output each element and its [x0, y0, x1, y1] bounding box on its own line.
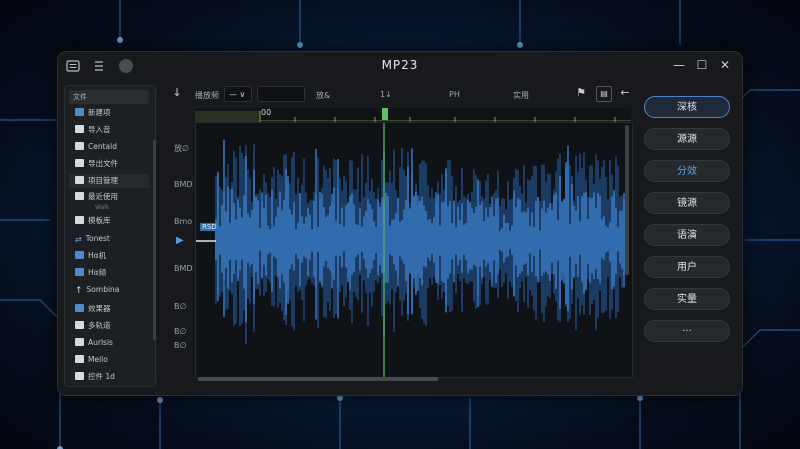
track-label: B∅ [174, 302, 187, 311]
sidebar-item[interactable]: Centald [69, 140, 149, 154]
action-button[interactable]: 深核 [644, 96, 730, 118]
window-title: MP23 [381, 58, 419, 72]
sidebar-item[interactable]: 多轨道 [69, 319, 149, 333]
track-label: BMD [174, 264, 193, 273]
action-button[interactable]: 语演 [644, 224, 730, 246]
folder-icon [75, 108, 84, 116]
value-field[interactable] [257, 86, 305, 102]
track-label: B∅ [174, 341, 187, 350]
sidebar-item[interactable]: 导入音 [69, 123, 149, 137]
flag-icon[interactable]: ⚑ [574, 86, 588, 100]
track-label: BMD [174, 180, 193, 189]
file-icon [75, 216, 84, 224]
play-icon[interactable]: ▶ [176, 235, 184, 246]
folder-icon [75, 268, 84, 276]
horizontal-scrollbar[interactable] [198, 377, 438, 381]
app-window: MP23 — ☐ ✕ 文件 新建项 导入音 Centald 导出文件 项目管理 … [57, 51, 743, 396]
sidebar-item[interactable]: Hα机 [69, 249, 149, 263]
folder-icon [75, 251, 84, 259]
sidebar-item[interactable]: Hα频 [69, 266, 149, 280]
file-icon [75, 176, 84, 184]
waveform [196, 123, 627, 377]
file-icon [75, 355, 84, 363]
ruler-start-label: 00 [261, 108, 272, 117]
file-icon [75, 142, 84, 150]
back-arrow-icon[interactable]: ← [618, 86, 632, 100]
action-button[interactable]: 镜源 [644, 192, 730, 214]
close-button[interactable]: ✕ [716, 57, 734, 73]
sidebar-item[interactable]: 控件 1d [69, 370, 149, 384]
channel-select[interactable]: — ∨ [224, 86, 252, 102]
file-icon [75, 338, 84, 346]
sidebar-item[interactable]: Aurlsis [69, 336, 149, 350]
more-button[interactable]: ··· [644, 320, 730, 342]
sidebar-item[interactable]: 项目管理 [69, 174, 149, 188]
title-bar: MP23 — ☐ ✕ [58, 52, 742, 80]
sidebar-item[interactable]: 最近使用 [69, 190, 149, 204]
vertical-scrollbar[interactable] [625, 125, 629, 275]
track-label: Bmo [174, 217, 193, 226]
file-sidebar: 文件 新建项 导入音 Centald 导出文件 项目管理 最近使用 Walk 模… [64, 85, 156, 387]
sidebar-scrollbar[interactable] [153, 140, 156, 340]
sidebar-item[interactable]: 效果器 [69, 302, 149, 316]
sidebar-item[interactable]: 模板库 [69, 214, 149, 228]
track-label: B∅ [174, 327, 187, 336]
file-icon [75, 321, 84, 329]
toolbar-marker: 放& [316, 91, 331, 100]
download-arrow-icon[interactable]: ↓ [170, 86, 184, 100]
toolbar-marker: 1↓ [380, 90, 392, 99]
timeline-ruler[interactable]: 00 [195, 108, 631, 123]
action-button[interactable]: 分效 [644, 160, 730, 182]
file-icon [75, 159, 84, 167]
action-button[interactable]: 用户 [644, 256, 730, 278]
selection-tag[interactable]: RSD [200, 223, 219, 231]
sidebar-header: 文件 [69, 90, 149, 104]
action-button[interactable]: 源源 [644, 128, 730, 150]
folder-icon [75, 304, 84, 312]
sidebar-item[interactable]: 导出文件 [69, 157, 149, 171]
toolbar-marker: PH [449, 90, 460, 99]
toolbar-marker: 实用 [513, 91, 529, 100]
minimize-button[interactable]: — [670, 57, 688, 73]
field-label: 播放频 [195, 91, 219, 100]
up-arrow-icon: ↑ [75, 286, 83, 296]
arrows-icon: ⇄ [75, 235, 82, 244]
waveform-canvas[interactable]: RSD [195, 122, 633, 378]
sidebar-subtext: Walk [95, 204, 110, 211]
sidebar-item[interactable]: ↑ Sombina [69, 283, 149, 297]
panel-icon[interactable]: ▤ [596, 86, 612, 102]
playhead-marker[interactable] [382, 108, 388, 120]
sidebar-item[interactable]: ⇄ Tonest [69, 232, 149, 246]
sidebar-item[interactable]: Mello [69, 353, 149, 367]
action-button[interactable]: 实量 [644, 288, 730, 310]
file-icon [75, 372, 84, 380]
track-label: 放∅ [174, 144, 189, 153]
sidebar-item[interactable]: 新建项 [69, 106, 149, 120]
file-icon [75, 192, 84, 200]
file-icon [75, 125, 84, 133]
maximize-button[interactable]: ☐ [693, 57, 711, 73]
